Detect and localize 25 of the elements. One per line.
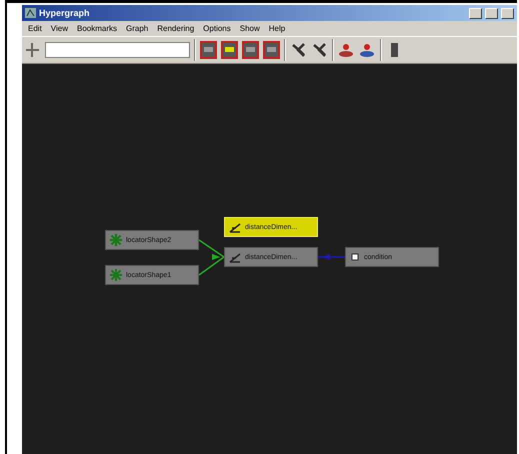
toolbar-icon[interactable] bbox=[290, 41, 307, 59]
ruler-icon bbox=[229, 222, 241, 232]
move-icon[interactable] bbox=[24, 41, 41, 59]
ruler-icon bbox=[229, 252, 241, 262]
app-icon bbox=[25, 8, 36, 18]
star-icon bbox=[110, 234, 122, 246]
close-button[interactable] bbox=[501, 8, 514, 18]
menu-item[interactable]: Options bbox=[203, 23, 231, 34]
menu-item[interactable]: View bbox=[50, 23, 68, 34]
menu-item[interactable]: Bookmarks bbox=[77, 23, 118, 34]
menu-item[interactable]: Help bbox=[268, 23, 286, 34]
search-field[interactable] bbox=[45, 42, 190, 58]
menu-item[interactable]: Show bbox=[240, 23, 260, 34]
menu-item[interactable]: Edit bbox=[28, 23, 42, 34]
maximize-button[interactable] bbox=[485, 8, 498, 18]
minimize-button[interactable] bbox=[469, 8, 482, 18]
toolbar-icon[interactable] bbox=[221, 41, 238, 59]
window-title: Hypergraph bbox=[39, 8, 90, 18]
menu-item[interactable]: Graph bbox=[126, 23, 148, 34]
menu-item[interactable]: Rendering bbox=[157, 23, 194, 34]
toolbar-icon[interactable] bbox=[359, 41, 376, 59]
toolbar-icon[interactable] bbox=[338, 41, 355, 59]
node-icon bbox=[350, 252, 360, 262]
toolbar-icon[interactable] bbox=[311, 41, 328, 59]
star-icon bbox=[110, 269, 122, 281]
